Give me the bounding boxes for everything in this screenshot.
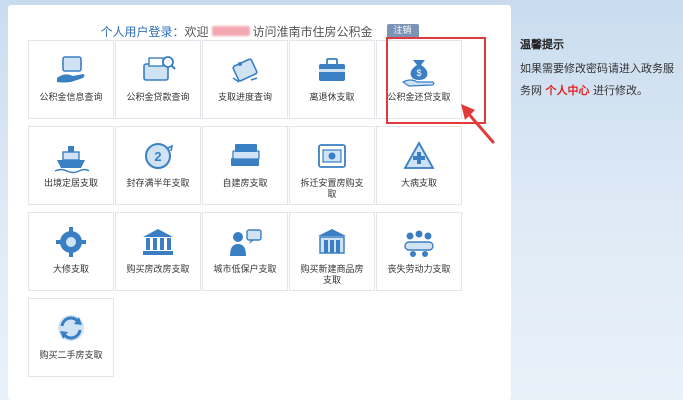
service-tile-label: 自建房支取 bbox=[222, 179, 268, 189]
service-tile-label: 公积金信息查询 bbox=[39, 93, 103, 103]
timer-icon: 2 bbox=[138, 138, 178, 174]
service-tile[interactable]: 拆迁安置房购支取 bbox=[289, 126, 375, 205]
building-icon bbox=[312, 224, 352, 260]
service-tile[interactable]: 购买新建商品房支取 bbox=[289, 212, 375, 291]
service-tile[interactable]: 离退休支取 bbox=[289, 40, 375, 119]
hint-panel: 温馨提示 如果需要修改密码请进入政务服务网 个人中心 进行修改。 bbox=[520, 36, 680, 102]
service-tile[interactable]: 城市低保户支取 bbox=[202, 212, 288, 291]
masked-username bbox=[211, 26, 250, 36]
medical-cross-icon bbox=[399, 138, 439, 174]
welcome-text: 欢迎 bbox=[184, 24, 209, 39]
service-tile-label: 大修支取 bbox=[52, 265, 89, 275]
money-stack-icon bbox=[225, 138, 265, 174]
pointer-arrow bbox=[461, 104, 495, 144]
ship-icon bbox=[51, 138, 91, 174]
personal-center-link[interactable]: 个人中心 bbox=[546, 84, 590, 97]
service-tile[interactable]: 2 封存满半年支取 bbox=[115, 126, 201, 205]
service-tile-label: 城市低保户支取 bbox=[213, 265, 277, 275]
service-tile[interactable]: 出境定居支取 bbox=[28, 126, 114, 205]
service-tile-label: 出境定居支取 bbox=[43, 179, 98, 189]
service-tile-label: 封存满半年支取 bbox=[126, 179, 190, 189]
banknote-icon bbox=[312, 138, 352, 174]
service-tile[interactable]: 购买二手房支取 bbox=[28, 298, 114, 377]
service-tile[interactable]: 支取进度查询 bbox=[202, 40, 288, 119]
service-tile[interactable]: 大修支取 bbox=[28, 212, 114, 291]
refresh-icon bbox=[51, 310, 91, 346]
meeting-icon bbox=[399, 224, 439, 260]
service-tile-label: 公积金贷款查询 bbox=[126, 93, 190, 103]
hint-text-2: 进行修改。 bbox=[593, 84, 648, 97]
login-label: 个人用户登录： bbox=[100, 24, 185, 39]
service-tile-label: 购买房改房支取 bbox=[126, 265, 190, 275]
service-tile[interactable]: 自建房支取 bbox=[202, 126, 288, 205]
gear-icon bbox=[51, 224, 91, 260]
service-tile-label: 拆迁安置房购支取 bbox=[300, 179, 364, 200]
bank-building-icon bbox=[138, 224, 178, 260]
service-tile[interactable]: 购买房改房支取 bbox=[115, 212, 201, 291]
service-tile[interactable]: 公积金信息查询 bbox=[28, 40, 114, 119]
svg-text:2: 2 bbox=[154, 149, 161, 164]
service-tile-label: 丧失劳动力支取 bbox=[387, 265, 451, 275]
visit-text: 访问淮南市住房公积金 bbox=[252, 24, 373, 39]
service-tile[interactable]: 公积金贷款查询 bbox=[115, 40, 201, 119]
clock-tag-icon bbox=[225, 52, 265, 88]
service-tile-label: 支取进度查询 bbox=[217, 93, 272, 103]
service-tile-label: 大病支取 bbox=[400, 179, 437, 189]
person-chat-icon bbox=[225, 224, 265, 260]
hand-box-icon bbox=[51, 52, 91, 88]
service-tile[interactable]: 大病支取 bbox=[376, 126, 462, 205]
hint-title: 温馨提示 bbox=[520, 38, 564, 51]
service-tile-label: 离退休支取 bbox=[309, 93, 355, 103]
service-tile-label: 购买新建商品房支取 bbox=[300, 265, 364, 286]
hint-body: 如果需要修改密码请进入政务服务网 个人中心 进行修改。 bbox=[520, 58, 680, 102]
briefcase-icon bbox=[312, 52, 352, 88]
printer-search-icon bbox=[138, 52, 178, 88]
service-tile-label: 购买二手房支取 bbox=[39, 351, 103, 361]
service-tile[interactable]: 丧失劳动力支取 bbox=[376, 212, 462, 291]
